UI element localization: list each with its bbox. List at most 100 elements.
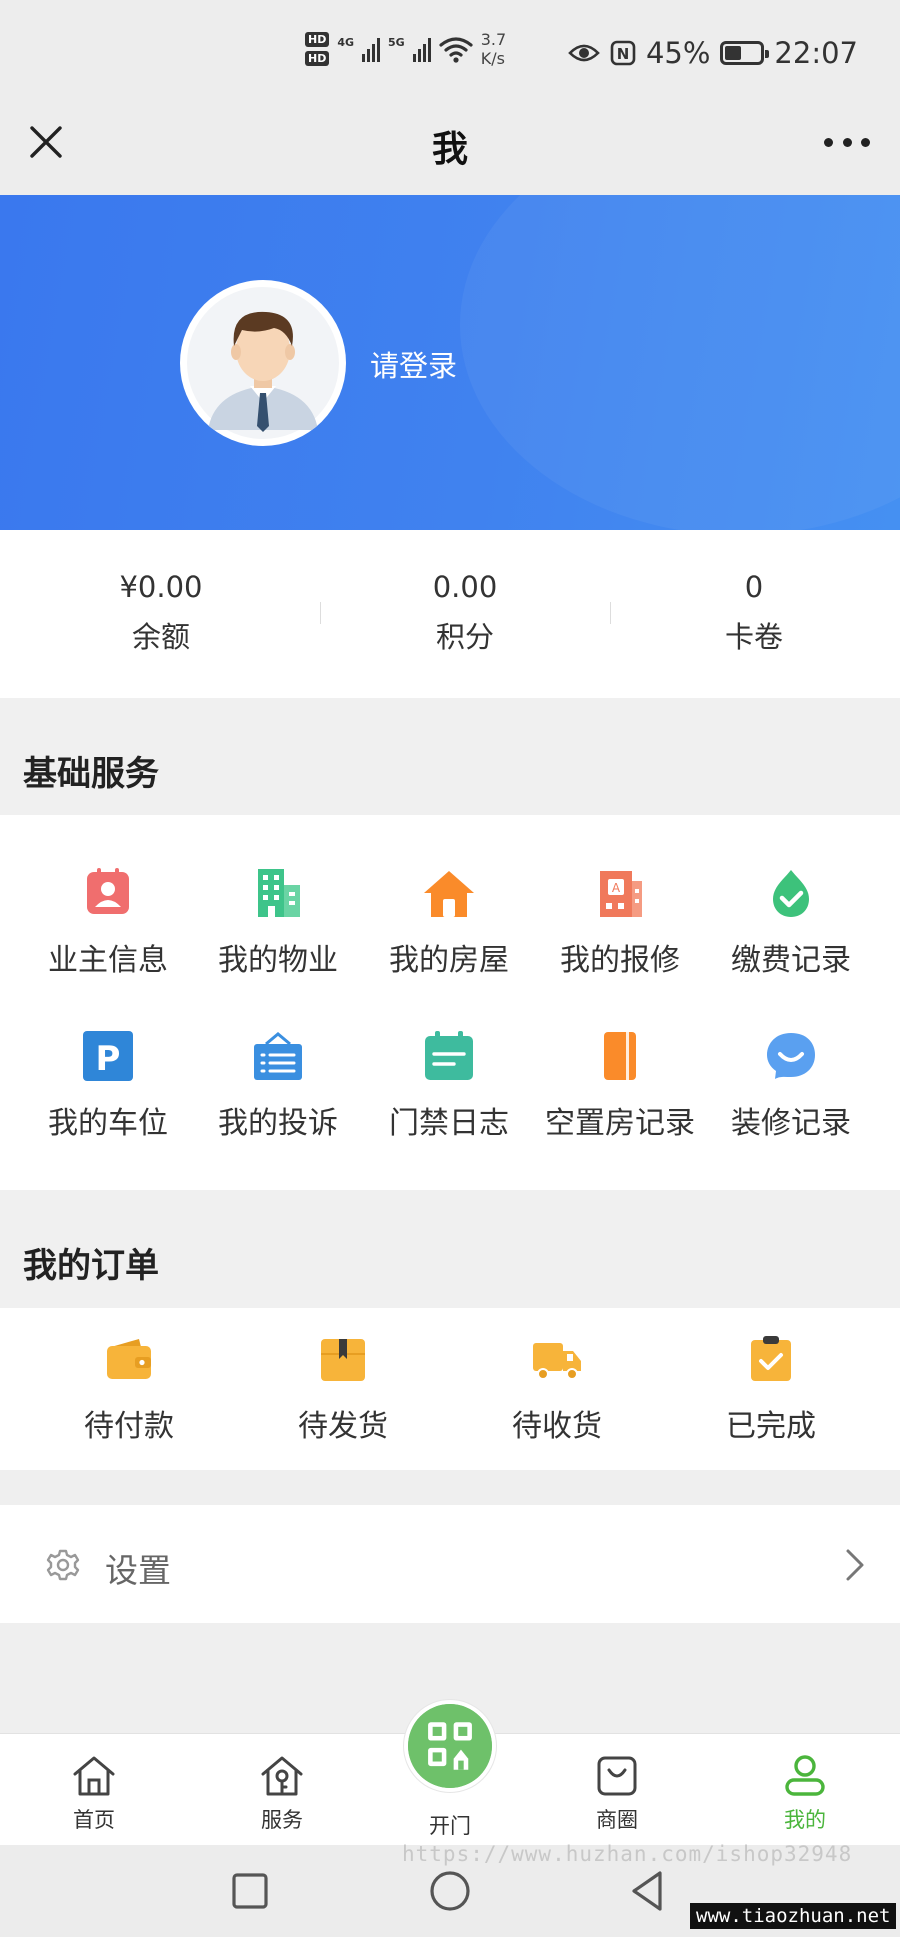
house-icon: [424, 871, 474, 917]
svg-text:A: A: [612, 881, 621, 895]
battery-percent: 45%: [645, 36, 711, 70]
more-options-icon[interactable]: [824, 130, 870, 154]
orders-title: 我的订单: [23, 1246, 159, 1286]
service-payment-records[interactable]: 缴费记录: [706, 865, 876, 979]
order-pending-payment[interactable]: 待付款: [29, 1333, 229, 1445]
complaint-board-icon: [254, 1032, 302, 1080]
services-grid: 业主信息 我的物业 我的房屋 A 我的报修 缴费记录 P 我的车位 我的投诉 门…: [0, 815, 900, 1190]
chevron-right-icon: [846, 1549, 864, 1581]
service-access-log[interactable]: 门禁日志: [364, 1028, 534, 1142]
truck-icon: [533, 1343, 581, 1380]
person-icon: [785, 1755, 825, 1796]
orders-row: 待付款 待发货 待收货 已完成: [0, 1308, 900, 1470]
speed-unit: K/s: [480, 49, 505, 68]
account-stats: ¥0.00 余额 0.00 积分 0 卡卷: [0, 530, 900, 698]
coupons-value: 0: [744, 570, 764, 604]
login-prompt[interactable]: 请登录: [370, 343, 457, 385]
speed-value: 3.7: [480, 30, 507, 49]
settings-row[interactable]: 设置: [0, 1505, 900, 1623]
order-label: 已完成: [726, 1409, 816, 1444]
status-bar: HD HD 4G 5G 3.7 K/s N 45% 22:07: [0, 0, 900, 100]
tab-services[interactable]: 服务: [222, 1752, 342, 1834]
service-my-property[interactable]: 我的物业: [193, 865, 363, 979]
service-my-house[interactable]: 我的房屋: [364, 865, 534, 979]
package-icon: [321, 1339, 365, 1381]
open-door-button[interactable]: [404, 1700, 496, 1792]
stat-points[interactable]: 0.00 积分: [315, 570, 615, 656]
settings-label: 设置: [105, 1551, 171, 1590]
order-label: 待收货: [512, 1409, 602, 1444]
tab-label: 服务: [261, 1808, 303, 1832]
hd-indicators: HD HD: [305, 32, 330, 66]
service-label: 我的房屋: [389, 943, 509, 978]
tab-label: 我的: [784, 1808, 826, 1832]
order-label: 待付款: [84, 1409, 174, 1444]
service-label: 我的报修: [560, 943, 680, 978]
owner-info-icon: [87, 868, 129, 914]
tab-open-door-label: 开门: [429, 1814, 471, 1838]
battery-icon: [720, 41, 770, 65]
service-house-icon: [261, 1756, 303, 1796]
points-value: 0.00: [432, 570, 498, 604]
orders-section-header: 我的订单: [0, 1190, 900, 1308]
banner-decoration: [460, 195, 900, 530]
service-my-repair[interactable]: A 我的报修: [535, 865, 705, 979]
service-label: 门禁日志: [389, 1106, 509, 1141]
wifi-icon: [439, 37, 473, 63]
tab-home[interactable]: 首页: [34, 1752, 154, 1834]
service-vacant-house-records[interactable]: 空置房记录: [535, 1028, 705, 1142]
tab-label: 首页: [73, 1808, 115, 1832]
service-label: 我的物业: [218, 943, 338, 978]
service-owner-info[interactable]: 业主信息: [23, 865, 193, 979]
signal-icon: [362, 36, 381, 62]
nfc-icon: N: [610, 40, 636, 66]
order-label: 待发货: [298, 1409, 388, 1444]
signal-icon: [412, 36, 431, 62]
page-title: 我: [431, 129, 468, 170]
order-completed[interactable]: 已完成: [671, 1333, 871, 1445]
wallet-icon: [107, 1339, 151, 1379]
repair-icon: A: [600, 871, 642, 917]
service-renovation-records[interactable]: 装修记录: [706, 1028, 876, 1142]
order-pending-receipt[interactable]: 待收货: [457, 1333, 657, 1445]
service-label: 空置房记录: [545, 1106, 695, 1141]
watermark-site: www.tiaozhuan.net: [690, 1903, 897, 1929]
points-label: 积分: [435, 620, 494, 654]
stat-balance[interactable]: ¥0.00 余额: [11, 570, 311, 656]
parking-icon: P: [83, 1031, 133, 1081]
chat-bubble-icon: [767, 1033, 815, 1079]
home-button-icon[interactable]: [426, 1867, 474, 1915]
avatar[interactable]: [180, 280, 346, 446]
hd-badge-1: HD: [305, 32, 330, 47]
service-label: 我的车位: [48, 1106, 168, 1141]
tab-mine[interactable]: 我的: [745, 1752, 865, 1834]
back-icon[interactable]: [626, 1867, 674, 1915]
stat-coupons[interactable]: 0 卡卷: [604, 570, 900, 656]
service-my-complaint[interactable]: 我的投诉: [193, 1028, 363, 1142]
nfc-letter: N: [617, 45, 630, 63]
watermark-url: https://www.huzhan.com/ishop32948: [402, 1842, 853, 1866]
service-label: 缴费记录: [731, 943, 851, 978]
services-section-header: 基础服务: [0, 698, 900, 816]
status-right: N 45% 22:07: [568, 36, 858, 70]
tab-business-circle[interactable]: 商圈: [557, 1752, 677, 1834]
calendar-icon: [425, 1031, 473, 1080]
shopping-bag-icon: [597, 1756, 637, 1796]
gear-icon: [46, 1549, 80, 1581]
coupons-label: 卡卷: [724, 620, 783, 654]
order-pending-shipment[interactable]: 待发货: [243, 1333, 443, 1445]
svg-text:P: P: [96, 1039, 121, 1079]
title-bar: 我: [0, 100, 900, 195]
eye-icon: [568, 44, 600, 62]
recent-apps-icon[interactable]: [226, 1867, 274, 1915]
profile-banner: 请登录: [0, 195, 900, 530]
network-speed: 3.7 K/s: [481, 30, 506, 68]
service-label: 我的投诉: [218, 1106, 338, 1141]
status-left: HD HD 4G 5G 3.7 K/s: [305, 30, 506, 68]
service-label: 装修记录: [731, 1106, 851, 1141]
clock: 22:07: [774, 36, 858, 70]
service-my-parking[interactable]: P 我的车位: [23, 1028, 193, 1142]
building-icon: [258, 869, 300, 917]
services-title: 基础服务: [23, 754, 159, 794]
balance-label: 余额: [131, 620, 190, 654]
